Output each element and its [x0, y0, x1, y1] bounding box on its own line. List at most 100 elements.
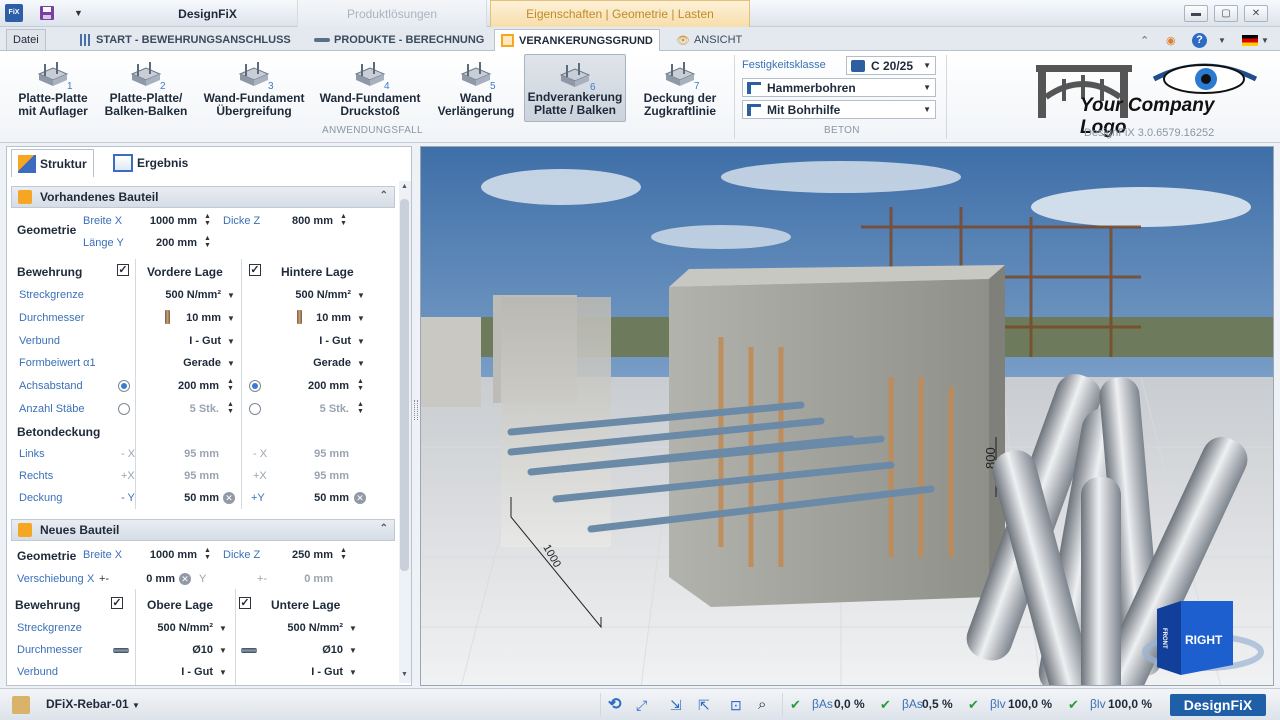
spinner-icon[interactable]: ▲ ▼ — [357, 401, 364, 415]
clear-icon[interactable]: ✕ — [179, 573, 191, 585]
verschiebung-y-input[interactable]: 0 mm — [285, 573, 333, 585]
close-button[interactable]: ✕ — [1244, 5, 1268, 22]
chevron-down-icon[interactable]: ▼ — [357, 337, 365, 346]
project-icon[interactable] — [12, 696, 30, 714]
chevron-down-icon[interactable]: ▼ — [349, 646, 357, 655]
collapse-icon[interactable]: ⌃ — [380, 190, 388, 201]
case-button-6[interactable]: 6 Endverankerung Platte / Balken — [524, 54, 626, 122]
verbund-hintere-select[interactable]: I - Gut — [277, 335, 351, 347]
zoom-window-icon[interactable]: ⇱ — [698, 696, 716, 714]
anzahl-hintere-radio[interactable] — [249, 403, 261, 415]
verbund-untere-select[interactable]: I - Gut — [277, 666, 343, 678]
scrollbar-thumb[interactable] — [400, 199, 409, 571]
chevron-down-icon[interactable]: ▼ — [227, 337, 235, 346]
anzahl-hintere-input[interactable]: 5 Stk. — [277, 403, 349, 415]
case-button-2[interactable]: 2 Platte-Platte/Balken-Balken — [100, 54, 192, 122]
festigkeitsklasse-select[interactable]: C 20/25 ▼ — [846, 56, 936, 75]
rechts-vordere-input[interactable]: 95 mm — [157, 470, 219, 482]
streckgrenze-vordere-select[interactable]: 500 N/mm² — [137, 289, 221, 301]
plus-minus-icon[interactable]: +- — [257, 573, 267, 585]
links-vordere-input[interactable]: 95 mm — [157, 448, 219, 460]
plus-minus-icon[interactable]: +- — [99, 573, 109, 585]
chevron-down-icon[interactable]: ▼ — [227, 291, 235, 300]
hintere-lage-checkbox[interactable]: ✓ — [249, 264, 261, 276]
tab-verankerungsgrund[interactable]: VERANKERUNGSGRUND — [494, 29, 660, 51]
language-flag-icon[interactable]: ▼ — [1236, 29, 1275, 51]
minimize-button[interactable]: ▬ — [1184, 5, 1208, 22]
case-button-1[interactable]: 1 Platte-Platte mit Auflager — [8, 54, 98, 122]
chevron-down-icon[interactable]: ▼ — [357, 291, 365, 300]
app-logo-icon[interactable]: FiX — [5, 4, 23, 22]
3d-viewport[interactable]: 800 1000 RIGHT FRONT — [420, 146, 1274, 686]
dicke-z-input[interactable]: 800 mm — [269, 215, 333, 227]
laenge-y-input[interactable]: 200 mm — [129, 237, 197, 249]
quick-access-dropdown-icon[interactable]: ▼ — [74, 4, 92, 22]
chevron-down-icon[interactable]: ▼ — [219, 646, 227, 655]
clear-icon[interactable]: ✕ — [223, 492, 235, 504]
chevron-down-icon[interactable]: ▼ — [357, 359, 365, 368]
spinner-icon[interactable]: ▲ ▼ — [227, 401, 234, 415]
splitter-handle[interactable] — [414, 400, 418, 420]
streckgrenze-untere-select[interactable]: 500 N/mm² — [261, 622, 343, 634]
verschiebung-x-input[interactable]: 0 mm — [127, 573, 175, 585]
durchmesser-untere-select[interactable]: Ø10 — [297, 644, 343, 656]
scroll-down-icon[interactable]: ▼ — [401, 671, 408, 678]
vordere-lage-checkbox[interactable]: ✓ — [117, 264, 129, 276]
durchmesser-hintere-select[interactable]: 10 mm — [287, 312, 351, 324]
bohrverfahren-select[interactable]: Hammerbohren ▼ — [742, 78, 936, 97]
achsabstand-vordere-input[interactable]: 200 mm — [147, 380, 219, 392]
help-dropdown-icon[interactable]: ▼ — [1212, 29, 1232, 51]
spinner-icon[interactable]: ▲ ▼ — [340, 547, 347, 561]
zoom-selection-icon[interactable]: ⊡ — [730, 696, 748, 714]
chevron-down-icon[interactable]: ▼ — [349, 668, 357, 677]
obere-lage-checkbox[interactable]: ✓ — [111, 597, 123, 609]
zoom-extents-icon[interactable]: ⇲ — [670, 696, 688, 714]
connection-icon[interactable]: ◉ — [1160, 29, 1182, 51]
streckgrenze-hintere-select[interactable]: 500 N/mm² — [267, 289, 351, 301]
neues-dicke-z-input[interactable]: 250 mm — [269, 549, 333, 561]
untere-lage-checkbox[interactable]: ✓ — [239, 597, 251, 609]
scroll-up-icon[interactable]: ▲ — [401, 183, 408, 190]
anzahl-vordere-radio[interactable] — [118, 403, 130, 415]
help-icon[interactable]: ? — [1186, 29, 1213, 51]
spinner-icon[interactable]: ▲ ▼ — [204, 547, 211, 561]
streckgrenze-obere-select[interactable]: 500 N/mm² — [131, 622, 213, 634]
durchmesser-vordere-select[interactable]: 10 mm — [157, 312, 221, 324]
anzahl-vordere-input[interactable]: 5 Stk. — [147, 403, 219, 415]
clear-icon[interactable]: ✕ — [354, 492, 366, 504]
tab-datei[interactable]: Datei — [6, 29, 46, 51]
collapse-icon[interactable]: ⌃ — [380, 523, 388, 534]
search-icon[interactable]: ⌕ — [758, 696, 776, 714]
fit-view-icon[interactable]: ⤢ — [636, 696, 654, 714]
maximize-button[interactable]: ▢ — [1214, 5, 1238, 22]
achsabstand-hintere-radio[interactable] — [249, 380, 261, 392]
chevron-down-icon[interactable]: ▼ — [349, 624, 357, 633]
tab-start[interactable]: START - BEWEHRUNGSANSCHLUSS — [74, 29, 297, 51]
deckung-vordere-input[interactable]: 50 mm — [157, 492, 219, 504]
spinner-icon[interactable]: ▲ ▼ — [357, 378, 364, 392]
refresh-icon[interactable]: ⟲ — [608, 696, 626, 714]
links-hintere-input[interactable]: 95 mm — [287, 448, 349, 460]
view-cube-front-label[interactable]: FRONT — [1161, 628, 1167, 649]
breite-x-input[interactable]: 1000 mm — [129, 215, 197, 227]
case-button-3[interactable]: 3 Wand-Fundament Übergreifung — [196, 54, 312, 122]
collapse-ribbon-icon[interactable]: ⌃ — [1134, 29, 1155, 51]
save-icon[interactable] — [38, 4, 56, 22]
project-selector[interactable]: DFiX-Rebar-01 ▼ — [46, 697, 140, 711]
spinner-icon[interactable]: ▲ ▼ — [227, 378, 234, 392]
view-cube-right-label[interactable]: RIGHT — [1185, 633, 1223, 647]
case-button-5[interactable]: 5 Wand Verlängerung — [430, 54, 522, 122]
chevron-down-icon[interactable]: ▼ — [227, 314, 235, 323]
neues-breite-x-input[interactable]: 1000 mm — [129, 549, 197, 561]
case-button-7[interactable]: 7 Deckung der Zugkraftlinie — [634, 54, 726, 122]
section-neues-bauteil[interactable]: Neues Bauteil ⌃ — [11, 519, 395, 541]
tab-ergebnis[interactable]: Ergebnis — [107, 149, 194, 177]
verbund-vordere-select[interactable]: I - Gut — [147, 335, 221, 347]
chevron-down-icon[interactable]: ▼ — [227, 359, 235, 368]
tab-produkte[interactable]: PRODUKTE - BERECHNUNG — [308, 29, 490, 51]
tab-struktur[interactable]: Struktur — [11, 149, 94, 177]
context-tab-eigenschaften[interactable]: Eigenschaften | Geometrie | Lasten — [490, 0, 750, 27]
chevron-down-icon[interactable]: ▼ — [219, 624, 227, 633]
achsabstand-hintere-input[interactable]: 200 mm — [277, 380, 349, 392]
case-button-4[interactable]: 4 Wand-Fundament Druckstoß — [314, 54, 426, 122]
